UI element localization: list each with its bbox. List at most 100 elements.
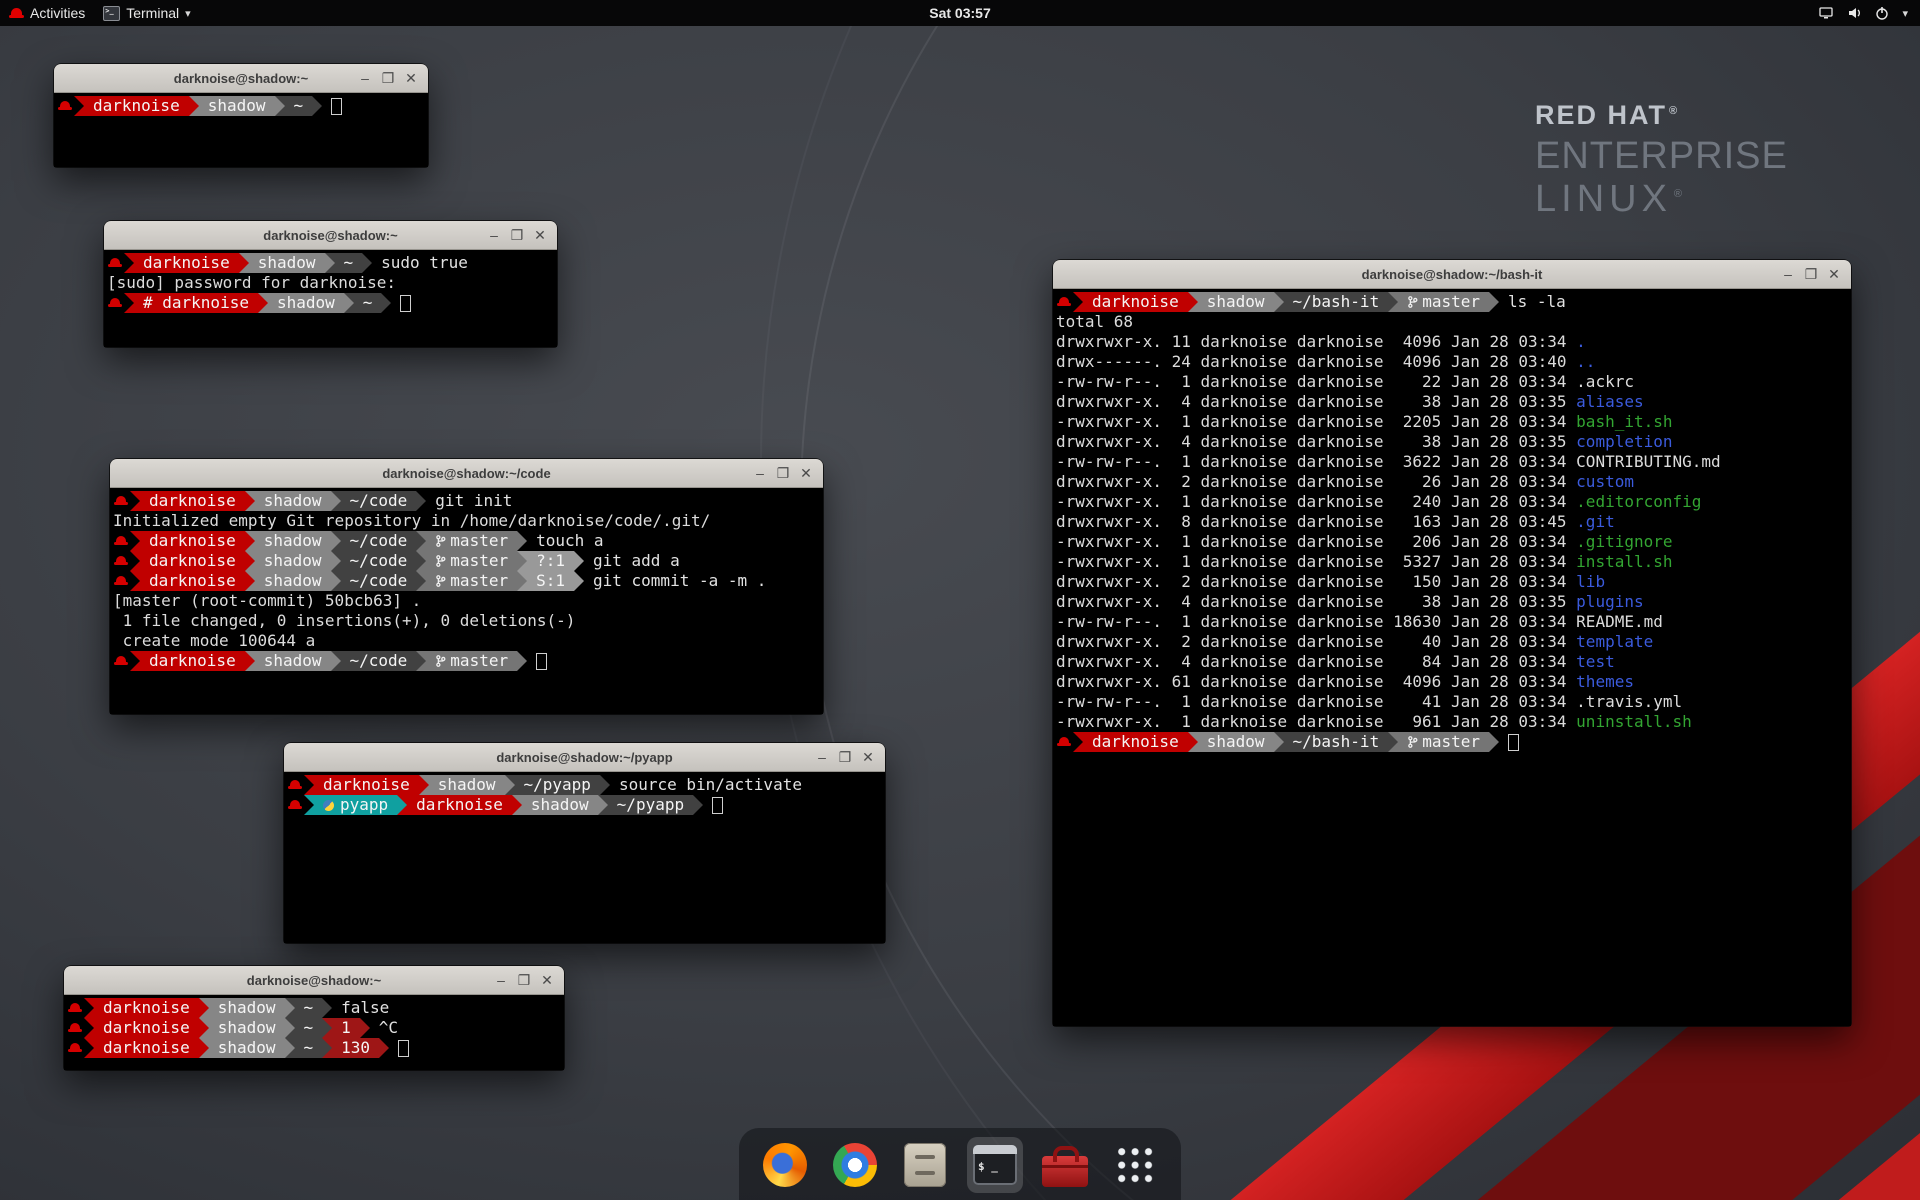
output-text: [master (root-commit) 50bcb63] . xyxy=(113,591,421,610)
top-bar: Activities Terminal ▾ Sat 03:57 ▾ xyxy=(0,0,1920,26)
segment-label: S:1 xyxy=(536,571,565,590)
ls-prefix: -rw-rw-r--. 1 darknoise darknoise 18630 … xyxy=(1056,612,1576,631)
terminal-content[interactable]: darknoiseshadow~/pyappsource bin/activat… xyxy=(284,772,885,943)
minimize-button[interactable]: – xyxy=(355,68,375,88)
rhel-logo-line1-text: RED HAT xyxy=(1535,100,1667,130)
maximize-button[interactable]: ❐ xyxy=(1801,264,1821,284)
ls-prefix: drwxrwxr-x. 2 darknoise darknoise 26 Jan… xyxy=(1056,472,1576,491)
prompt-arrow xyxy=(312,96,322,116)
chevron-down-icon[interactable]: ▾ xyxy=(1902,7,1908,20)
terminal-content[interactable]: darknoiseshadow~sudo true[sudo] password… xyxy=(104,250,557,347)
terminal-icon xyxy=(973,1145,1017,1185)
minimize-button[interactable]: – xyxy=(1778,264,1798,284)
segment-label: shadow xyxy=(531,795,589,814)
close-button[interactable]: ✕ xyxy=(401,68,421,88)
maximize-button[interactable]: ❐ xyxy=(378,68,398,88)
terminal-window: darknoise@shadow:~/pyapp–❐✕darknoiseshad… xyxy=(284,743,885,943)
powerline-segment: ~ xyxy=(354,293,382,313)
redhat-icon xyxy=(113,531,130,551)
output-line: -rwxrwxr-x. 1 darknoise darknoise 2205 J… xyxy=(1056,412,1851,432)
output-text: create mode 100644 a xyxy=(113,631,315,650)
prompt-arrow xyxy=(124,293,134,313)
status-area: ▾ xyxy=(1818,0,1920,26)
segment-label: darknoise xyxy=(416,795,503,814)
prompt-arrow xyxy=(199,998,209,1018)
close-button[interactable]: ✕ xyxy=(1824,264,1844,284)
maximize-button[interactable]: ❐ xyxy=(773,463,793,483)
powerline-segment: ~ xyxy=(335,253,363,273)
ls-filename: .travis.yml xyxy=(1576,692,1682,711)
prompt-arrow xyxy=(1388,732,1398,752)
dock-item-firefox[interactable] xyxy=(757,1137,813,1193)
window-title: darknoise@shadow:~ xyxy=(247,973,381,988)
maximize-button[interactable]: ❐ xyxy=(514,970,534,990)
segment-label: pyapp xyxy=(340,795,388,814)
terminal-content[interactable]: darknoiseshadow~/bash-itmasterls -latota… xyxy=(1053,289,1851,1026)
segment-label: shadow xyxy=(1207,292,1265,311)
prompt-arrow xyxy=(331,571,341,591)
powerline-segment: ~/code xyxy=(341,651,417,671)
close-button[interactable]: ✕ xyxy=(530,225,550,245)
maximize-button[interactable]: ❐ xyxy=(835,747,855,767)
minimize-button[interactable]: – xyxy=(750,463,770,483)
prompt-arrow xyxy=(199,1018,209,1038)
prompt-arrow xyxy=(245,551,255,571)
terminal-window: darknoise@shadow:~/bash-it–❐✕darknoisesh… xyxy=(1053,260,1851,1026)
ls-filename: plugins xyxy=(1576,592,1643,611)
prompt-arrow xyxy=(239,253,249,273)
screen-icon[interactable] xyxy=(1818,5,1834,21)
prompt-arrow xyxy=(130,491,140,511)
dock-item-terminal[interactable] xyxy=(967,1137,1023,1193)
window-title: darknoise@shadow:~/code xyxy=(382,466,550,481)
prompt-arrow xyxy=(1188,292,1198,312)
window-titlebar[interactable]: darknoise@shadow:~–❐✕ xyxy=(104,221,557,250)
minimize-button[interactable]: – xyxy=(491,970,511,990)
ls-filename: CONTRIBUTING.md xyxy=(1576,452,1721,471)
maximize-button[interactable]: ❐ xyxy=(507,225,527,245)
dock-item-app-grid[interactable] xyxy=(1107,1137,1163,1193)
minimize-button[interactable]: – xyxy=(812,747,832,767)
prompt-arrow xyxy=(1073,292,1083,312)
prompt-arrow xyxy=(1073,732,1083,752)
prompt-arrow xyxy=(304,795,314,815)
output-line: drwxrwxr-x. 2 darknoise darknoise 26 Jan… xyxy=(1056,472,1851,492)
window-titlebar[interactable]: darknoise@shadow:~/bash-it–❐✕ xyxy=(1053,260,1851,289)
segment-label: shadow xyxy=(218,1038,276,1057)
powerline-segment: darknoise xyxy=(140,531,245,551)
window-titlebar[interactable]: darknoise@shadow:~ –❐✕ xyxy=(64,966,564,995)
powerline-segment: shadow xyxy=(429,775,505,795)
powerline-segment: pyapp xyxy=(314,795,397,815)
prompt-arrow xyxy=(130,651,140,671)
redhat-icon xyxy=(67,1018,84,1038)
app-menu-button[interactable]: Terminal ▾ xyxy=(94,0,199,26)
terminal-content[interactable]: darknoiseshadow~/codegit initInitialized… xyxy=(110,488,823,714)
dock-item-toolbox[interactable] xyxy=(1037,1137,1093,1193)
activities-button[interactable]: Activities xyxy=(0,0,94,26)
command-text: false xyxy=(332,998,389,1017)
prompt-arrow xyxy=(322,1038,332,1058)
clock[interactable]: Sat 03:57 xyxy=(929,5,990,21)
close-button[interactable]: ✕ xyxy=(858,747,878,767)
power-icon[interactable] xyxy=(1874,5,1890,21)
terminal-content[interactable]: darknoiseshadow~ xyxy=(54,93,428,167)
segment-label: shadow xyxy=(1207,732,1265,751)
dock-item-chrome[interactable] xyxy=(827,1137,883,1193)
ls-prefix: -rw-rw-r--. 1 darknoise darknoise 41 Jan… xyxy=(1056,692,1576,711)
window-titlebar[interactable]: darknoise@shadow:~–❐✕ xyxy=(54,64,428,93)
minimize-button[interactable]: – xyxy=(484,225,504,245)
dock-item-files[interactable] xyxy=(897,1137,953,1193)
powerline-segment: shadow xyxy=(209,1018,285,1038)
powerline-segment: darknoise xyxy=(140,571,245,591)
window-titlebar[interactable]: darknoise@shadow:~/code –❐✕ xyxy=(110,459,823,488)
powerline-segment: shadow xyxy=(249,253,325,273)
prompt-arrow xyxy=(84,998,94,1018)
prompt-arrow xyxy=(275,96,285,116)
close-button[interactable]: ✕ xyxy=(796,463,816,483)
terminal-content[interactable]: darknoiseshadow~falsedarknoiseshadow~1^C… xyxy=(64,995,564,1070)
window-titlebar[interactable]: darknoise@shadow:~/pyapp–❐✕ xyxy=(284,743,885,772)
segment-label: ~/pyapp xyxy=(524,775,591,794)
volume-icon[interactable] xyxy=(1846,5,1862,21)
prompt-arrow xyxy=(693,795,703,815)
segment-label: darknoise xyxy=(149,551,236,570)
close-button[interactable]: ✕ xyxy=(537,970,557,990)
